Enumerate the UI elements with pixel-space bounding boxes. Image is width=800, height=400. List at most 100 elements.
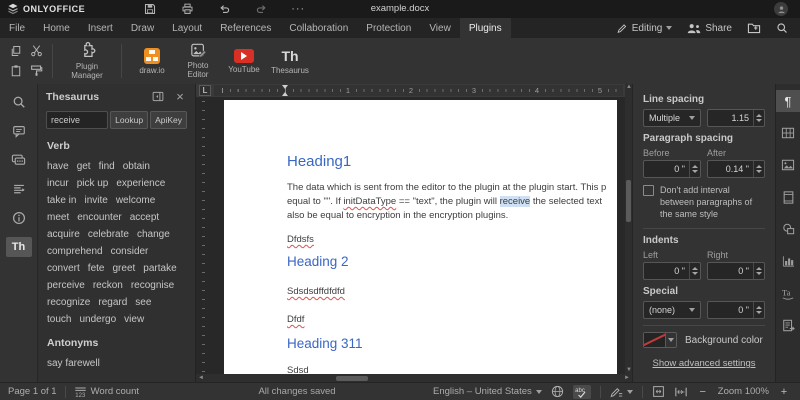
vertical-scrollbar[interactable]: ▲ ▼: [625, 84, 632, 374]
comments-icon[interactable]: [6, 121, 32, 141]
word-suggestion[interactable]: incur: [47, 176, 69, 191]
line-spacing-value-spinner[interactable]: 1.15: [707, 109, 765, 127]
spacing-after-spinner[interactable]: 0.14 ": [707, 160, 765, 178]
horizontal-scrollbar[interactable]: ◄ ►: [196, 374, 632, 382]
doc-heading3[interactable]: Heading 311: [287, 335, 617, 352]
fit-to-page-button[interactable]: [652, 385, 665, 398]
interval-checkbox-row[interactable]: Don't add interval between paragraphs of…: [643, 184, 765, 220]
about-info-icon[interactable]: [6, 208, 32, 228]
paragraph-settings-icon[interactable]: ¶: [775, 90, 800, 112]
show-advanced-settings-link[interactable]: Show advanced settings: [643, 358, 765, 369]
word-suggestion[interactable]: get: [77, 159, 91, 174]
user-avatar[interactable]: [774, 2, 788, 16]
word-suggestion[interactable]: undergo: [79, 312, 116, 327]
tab-plugins[interactable]: Plugins: [459, 18, 511, 38]
word-suggestion[interactable]: find: [99, 159, 115, 174]
scroll-up-icon[interactable]: ▲: [626, 84, 632, 90]
doc-heading1[interactable]: Heading1: [287, 153, 617, 171]
doc-paragraph[interactable]: The data which is sent from the editor t…: [287, 181, 617, 223]
paste-icon[interactable]: [8, 63, 24, 79]
tab-insert[interactable]: Insert: [79, 18, 122, 38]
open-file-location-button[interactable]: [747, 22, 761, 34]
checkbox-icon[interactable]: [643, 185, 654, 196]
word-suggestion[interactable]: regard: [98, 295, 127, 310]
tab-collaboration[interactable]: Collaboration: [280, 18, 357, 38]
scroll-left-icon[interactable]: ◄: [198, 375, 204, 381]
navigation-headings-icon[interactable]: [6, 179, 32, 199]
zoom-level[interactable]: Zoom 100%: [718, 386, 769, 397]
doc-paragraph-line2[interactable]: equal to "". If initDataType == "text", …: [287, 195, 617, 209]
doc-paragraph-line3[interactable]: also be equal to encryption in the encry…: [287, 209, 617, 223]
word-suggestion[interactable]: welcome: [116, 193, 155, 208]
fit-to-width-button[interactable]: [674, 386, 688, 398]
indent-right-spinner[interactable]: 0 ": [707, 262, 765, 280]
word-suggestion[interactable]: change: [137, 227, 170, 242]
scroll-right-icon[interactable]: ►: [624, 375, 630, 381]
tab-view[interactable]: View: [420, 18, 460, 38]
horizontal-scroll-thumb[interactable]: [336, 375, 368, 381]
tab-draw[interactable]: Draw: [122, 18, 163, 38]
line-spacing-select[interactable]: Multiple: [643, 109, 701, 127]
text-art-settings-icon[interactable]: Ta: [776, 282, 800, 304]
drawio-button[interactable]: draw.io: [129, 40, 175, 82]
word-suggestion[interactable]: accept: [130, 210, 159, 225]
special-amount-spinner[interactable]: 0 ": [707, 301, 765, 319]
word-suggestion[interactable]: view: [124, 312, 144, 327]
find-icon[interactable]: [6, 92, 32, 112]
chat-icon[interactable]: [6, 150, 32, 170]
spell-checking-button[interactable]: abc: [572, 384, 591, 399]
more-actions-button[interactable]: ···: [291, 2, 305, 16]
word-suggestion[interactable]: recognize: [47, 295, 90, 310]
image-settings-icon[interactable]: [776, 154, 800, 176]
word-suggestion[interactable]: encounter: [77, 210, 121, 225]
track-changes-button[interactable]: [610, 386, 633, 398]
zoom-in-button[interactable]: +: [778, 386, 790, 398]
doc-text4[interactable]: Sdsd: [287, 365, 309, 374]
word-suggestion[interactable]: take in: [47, 193, 76, 208]
word-suggestion[interactable]: touch: [47, 312, 71, 327]
document-language-button[interactable]: English – United States: [433, 386, 542, 397]
vertical-ruler[interactable]: [196, 97, 210, 374]
doc-paragraph-line1[interactable]: The data which is sent from the editor t…: [287, 181, 617, 195]
word-suggestion[interactable]: convert: [47, 261, 80, 276]
photo-editor-button[interactable]: Photo Editor: [175, 40, 221, 82]
copy-icon[interactable]: [8, 43, 24, 59]
shape-settings-icon[interactable]: [776, 218, 800, 240]
headers-footers-settings-icon[interactable]: [776, 186, 800, 208]
apikey-button[interactable]: ApiKey: [150, 111, 187, 129]
spacing-before-spinner[interactable]: 0 ": [643, 160, 701, 178]
sidebar-item-thesaurus[interactable]: Th: [5, 237, 32, 257]
word-count-button[interactable]: 123 Word count: [74, 386, 139, 398]
indent-marker[interactable]: [282, 85, 289, 96]
word-suggestion[interactable]: pick up: [77, 176, 109, 191]
word-suggestion[interactable]: experience: [116, 176, 165, 191]
document-page[interactable]: Heading1 The data which is sent from the…: [224, 100, 617, 374]
word-suggestion[interactable]: comprehend: [47, 244, 103, 259]
tab-references[interactable]: References: [211, 18, 280, 38]
doc-text1[interactable]: Dfdsfs: [287, 233, 314, 246]
thesaurus-button[interactable]: Th Thesaurus: [267, 40, 313, 82]
doc-text3[interactable]: Dfdf: [287, 314, 304, 325]
indent-left-spinner[interactable]: 0 ": [643, 262, 701, 280]
set-language-button[interactable]: [551, 385, 564, 398]
word-suggestion[interactable]: perceive: [47, 278, 85, 293]
word-suggestion[interactable]: celebrate: [88, 227, 129, 242]
dock-panel-icon[interactable]: [151, 90, 165, 104]
word-suggestion[interactable]: obtain: [123, 159, 150, 174]
undo-icon[interactable]: [217, 2, 231, 16]
chart-settings-icon[interactable]: [776, 250, 800, 272]
scroll-down-icon[interactable]: ▼: [626, 367, 632, 373]
share-button[interactable]: Share: [687, 23, 732, 34]
tab-home[interactable]: Home: [34, 18, 79, 38]
tab-layout[interactable]: Layout: [163, 18, 211, 38]
word-suggestion[interactable]: recognise: [131, 278, 174, 293]
doc-text2[interactable]: Sdsdsdffdfdfd: [287, 286, 345, 297]
word-suggestion[interactable]: acquire: [47, 227, 80, 242]
word-suggestion[interactable]: consider: [111, 244, 149, 259]
doc-heading2[interactable]: Heading 2: [287, 253, 617, 270]
horizontal-ruler[interactable]: 1 2 3 4 5: [214, 85, 623, 96]
tab-file[interactable]: File: [0, 18, 34, 38]
thesaurus-search-input[interactable]: [46, 111, 109, 129]
tab-stop-selector[interactable]: L: [199, 85, 211, 96]
word-suggestion[interactable]: meet: [47, 210, 69, 225]
